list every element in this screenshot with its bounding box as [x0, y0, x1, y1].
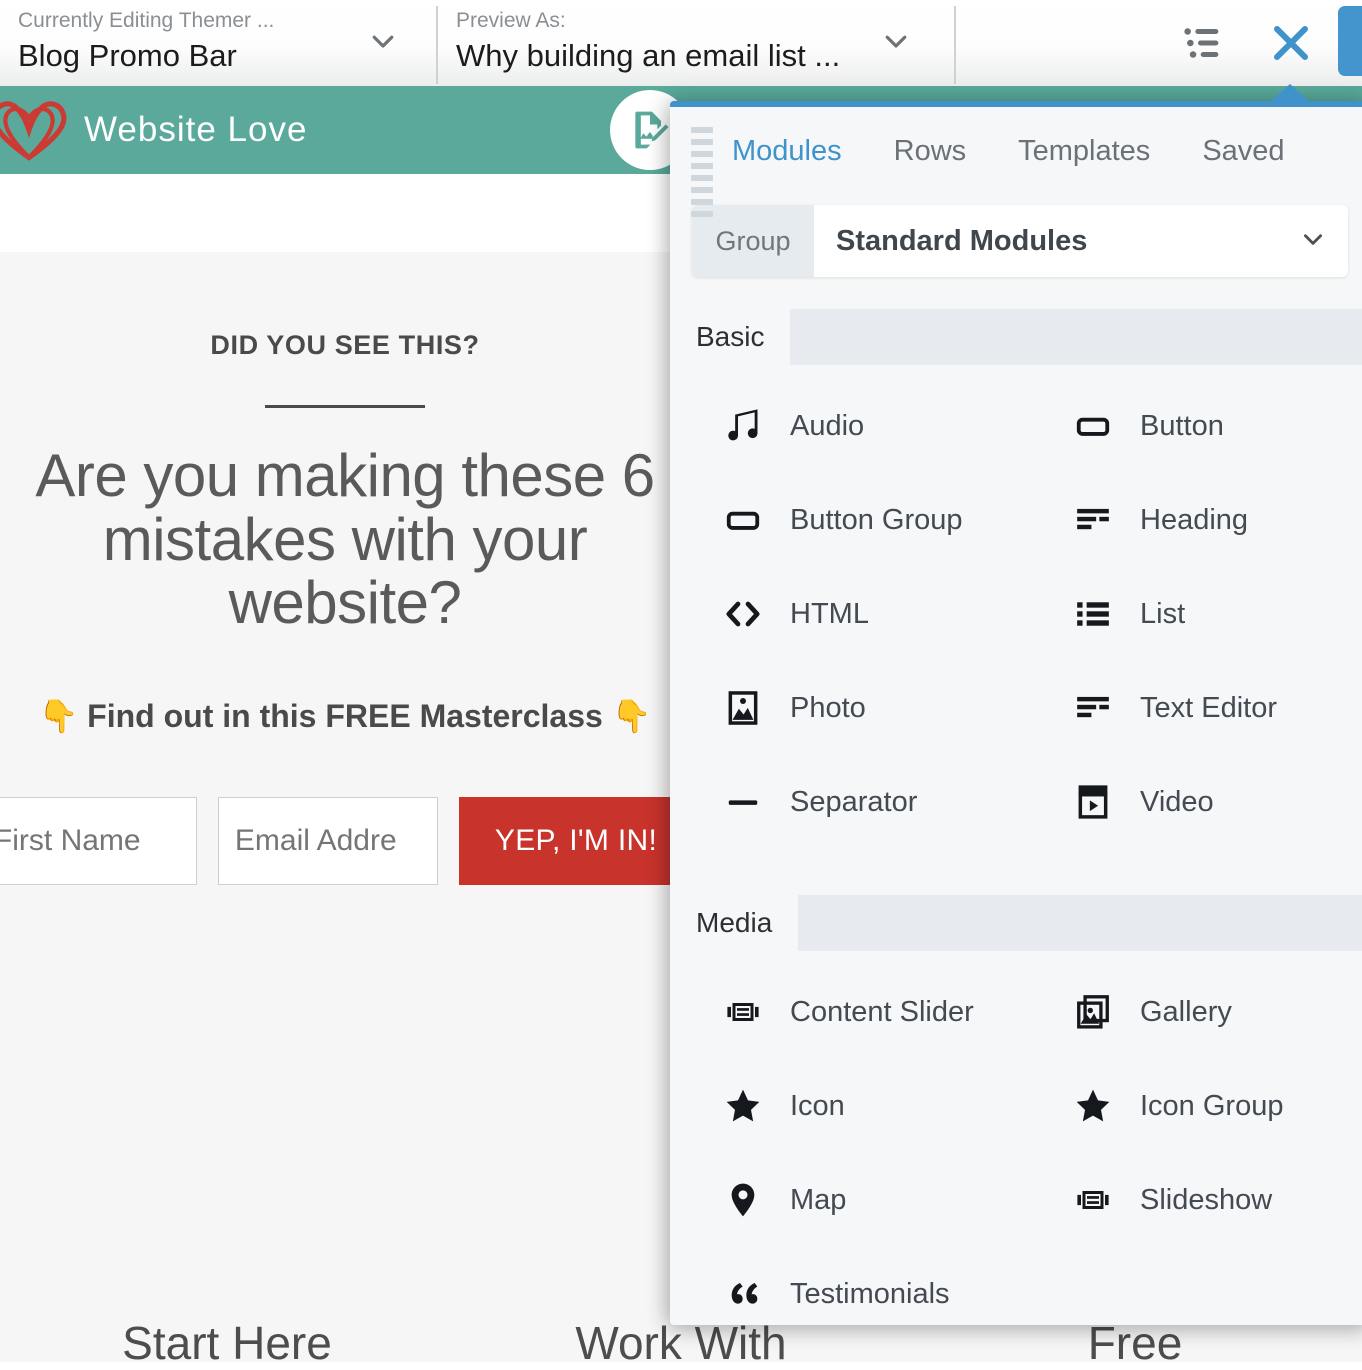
chevron-down-icon[interactable] — [368, 26, 398, 56]
module-label: Testimonials — [790, 1277, 950, 1310]
module-item-separator[interactable]: Separator — [670, 755, 1020, 849]
module-item-button[interactable]: Button — [1020, 379, 1362, 473]
module-item-html[interactable]: HTML — [670, 567, 1020, 661]
star-icon — [722, 1085, 764, 1127]
button-rect-icon — [1072, 405, 1114, 447]
module-item-gallery[interactable]: Gallery — [1020, 965, 1362, 1059]
tab-saved[interactable]: Saved — [1202, 135, 1284, 168]
first-name-input[interactable] — [0, 796, 197, 885]
module-label: Separator — [790, 785, 918, 818]
photo-frame-icon — [722, 687, 764, 729]
panel-pointer-caret — [1268, 84, 1312, 104]
module-item-slideshow[interactable]: Slideshow — [1020, 1153, 1362, 1247]
separator-dash-icon — [722, 781, 764, 823]
button-rect-icon — [722, 499, 764, 541]
outline-list-icon[interactable] — [1174, 14, 1232, 72]
bullet-list-icon — [1072, 593, 1114, 635]
currently-editing-selector[interactable]: Currently Editing Themer ... Blog Promo … — [0, 0, 437, 86]
section-title: Media — [670, 895, 799, 951]
section-header-basic: Basic — [670, 309, 1362, 365]
module-label: Heading — [1140, 503, 1249, 536]
module-item-list[interactable]: List — [1020, 567, 1362, 661]
signup-submit-button[interactable]: YEP, I'M IN! — [458, 796, 694, 885]
module-label: Audio — [790, 409, 865, 442]
chevron-down-icon[interactable] — [1300, 226, 1348, 257]
module-label: Icon — [790, 1089, 845, 1122]
music-note-icon — [722, 405, 764, 447]
module-label: Photo — [790, 691, 866, 724]
group-selected-value: Standard Modules — [836, 224, 1088, 257]
text-lines-icon — [1072, 687, 1114, 729]
module-label: List — [1140, 597, 1186, 630]
star-icon — [1072, 1085, 1114, 1127]
module-grid-media: Content Slider Gallery Icon Icon Group M… — [670, 951, 1362, 1325]
promo-divider — [265, 405, 425, 408]
module-label: Button Group — [790, 503, 963, 536]
panel-tab-bar: Modules Rows Templates Saved — [670, 107, 1362, 195]
heart-logo-icon — [0, 95, 72, 165]
preview-as-selector[interactable]: Preview As: Why building an email list .… — [438, 0, 955, 86]
section-title: Basic — [670, 309, 791, 365]
video-film-icon — [1072, 781, 1114, 823]
promo-subheading: 👇 Find out in this FREE Masterclass 👇 — [38, 697, 652, 734]
module-item-text-editor[interactable]: Text Editor — [1020, 661, 1362, 755]
module-label: Map — [790, 1183, 847, 1216]
chevron-down-icon[interactable] — [881, 26, 911, 56]
content-panel: Modules Rows Templates Saved Group Stand… — [670, 101, 1362, 1325]
tab-templates[interactable]: Templates — [1018, 135, 1150, 168]
quote-marks-icon — [722, 1273, 764, 1315]
module-item-heading[interactable]: Heading — [1020, 473, 1362, 567]
close-x-icon[interactable] — [1262, 14, 1320, 72]
promo-headline: Are you making these 6 mistakes with you… — [35, 442, 655, 637]
group-selector[interactable]: Group Standard Modules — [692, 205, 1348, 277]
section-header-media: Media — [670, 895, 1362, 951]
gallery-stack-icon — [1072, 991, 1114, 1033]
tab-rows[interactable]: Rows — [894, 135, 967, 168]
module-label: Button — [1140, 409, 1224, 442]
promo-kicker: DID YOU SEE THIS? — [210, 330, 480, 360]
topbar-divider — [954, 6, 956, 84]
module-label: Text Editor — [1140, 691, 1277, 724]
editor-top-bar: Currently Editing Themer ... Blog Promo … — [0, 0, 1362, 86]
module-item-video[interactable]: Video — [1020, 755, 1362, 849]
module-label: HTML — [790, 597, 869, 630]
email-input[interactable] — [217, 796, 438, 885]
module-item-testimonials[interactable]: Testimonials — [670, 1247, 1020, 1325]
module-label: Video — [1140, 785, 1214, 818]
panel-toggle-button[interactable] — [1338, 6, 1362, 76]
map-pin-icon — [722, 1179, 764, 1221]
promo-signup-form: YEP, I'M IN! — [0, 796, 694, 885]
module-item-map[interactable]: Map — [670, 1153, 1020, 1247]
module-item-content-slider[interactable]: Content Slider — [670, 965, 1020, 1059]
code-brackets-icon — [722, 593, 764, 635]
module-item-icon-group[interactable]: Icon Group — [1020, 1059, 1362, 1153]
site-brand-title: Website Love — [84, 110, 308, 149]
module-item-icon[interactable]: Icon — [670, 1059, 1020, 1153]
module-label: Content Slider — [790, 995, 974, 1028]
module-label: Gallery — [1140, 995, 1232, 1028]
module-item-button-group[interactable]: Button Group — [670, 473, 1020, 567]
module-label: Icon Group — [1140, 1089, 1284, 1122]
module-grid-basic: Audio Button Button Group Heading HTML L… — [670, 365, 1362, 863]
content-slider-icon — [722, 991, 764, 1033]
slideshow-icon — [1072, 1179, 1114, 1221]
tab-modules[interactable]: Modules — [732, 135, 842, 168]
module-item-audio[interactable]: Audio — [670, 379, 1020, 473]
drag-grip-icon[interactable] — [691, 127, 713, 223]
module-label: Slideshow — [1140, 1183, 1273, 1216]
heading-lines-icon — [1072, 499, 1114, 541]
promo-bar-content: DID YOU SEE THIS? Are you making these 6… — [0, 252, 694, 1144]
module-item-photo[interactable]: Photo — [670, 661, 1020, 755]
